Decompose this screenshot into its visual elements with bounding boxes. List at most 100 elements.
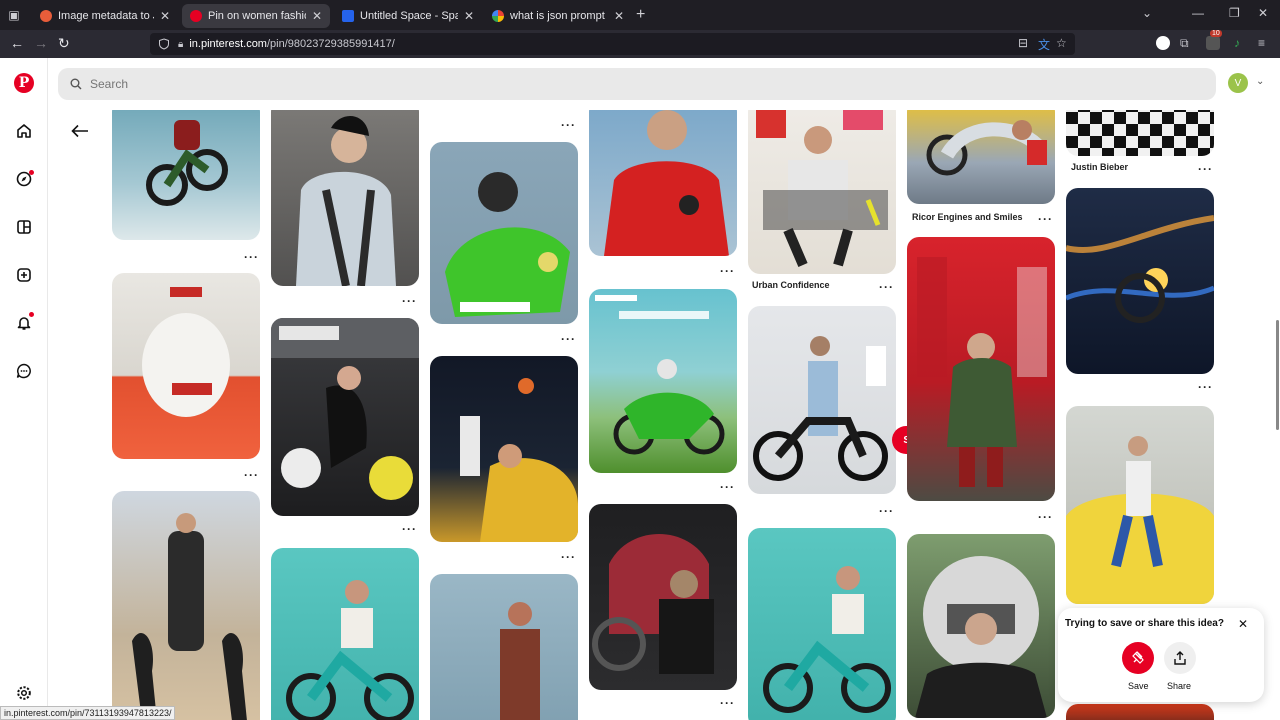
extension-icon[interactable]	[1156, 36, 1170, 50]
tab-list-icon[interactable]: ▣	[0, 0, 28, 30]
pin-more-icon[interactable]: ···	[879, 280, 894, 294]
back-arrow-icon[interactable]: ←	[10, 35, 24, 51]
tab-overflow-chevron-icon[interactable]: ⌄	[1142, 6, 1152, 20]
minimize-icon[interactable]: —	[1192, 6, 1204, 20]
explore-notification-dot	[29, 170, 34, 175]
pin-more-icon[interactable]: ···	[402, 294, 417, 308]
browser-tab-4[interactable]: what is json prompt - Google S ✕	[484, 4, 632, 28]
translate-icon[interactable]: 文	[1038, 36, 1050, 53]
pin-more-icon[interactable]: ···	[720, 696, 735, 710]
pin-image[interactable]	[748, 110, 896, 274]
pin-more-icon[interactable]: ···	[561, 118, 576, 132]
pin-image[interactable]	[430, 142, 578, 324]
close-window-icon[interactable]: ✕	[1258, 6, 1268, 20]
pin-more-icon[interactable]: ···	[879, 504, 894, 518]
tab-close-icon[interactable]: ✕	[312, 9, 322, 23]
account-chevron-down-icon[interactable]: ⌄	[1256, 76, 1264, 87]
save-page-icon[interactable]: ⊟	[1018, 36, 1028, 50]
pin-title[interactable]: Urban Confidence	[752, 280, 830, 290]
browser-tab-3[interactable]: Untitled Space - Spaces | Freep ✕	[334, 4, 482, 28]
messages-icon[interactable]	[14, 361, 34, 381]
tab-favicon-icon	[190, 10, 202, 22]
tab-favicon-icon	[342, 10, 354, 22]
pin-image[interactable]	[748, 528, 896, 720]
pin-more-icon[interactable]: ···	[244, 250, 259, 264]
pinterest-logo-icon[interactable]: P	[14, 73, 34, 93]
tab-close-icon[interactable]: ✕	[160, 9, 170, 23]
popup-close-icon[interactable]: ✕	[1238, 617, 1248, 631]
pin-more-icon[interactable]: ···	[720, 480, 735, 494]
tracking-shield-icon[interactable]	[158, 38, 170, 50]
pin-more-icon[interactable]: ···	[720, 264, 735, 278]
pin-more-icon[interactable]: ···	[1198, 162, 1213, 176]
pin-more-icon[interactable]: ···	[561, 332, 576, 346]
pin-icon	[1132, 651, 1144, 664]
pin-image[interactable]	[112, 110, 260, 240]
pin-title[interactable]: Ricor Engines and Smiles	[912, 212, 1023, 222]
browser-menu-icon[interactable]: ≡	[1258, 36, 1265, 50]
pin-image[interactable]	[271, 110, 419, 286]
pin-image[interactable]	[1066, 110, 1214, 156]
boards-icon[interactable]	[14, 217, 34, 237]
popup-title: Trying to save or share this idea?	[1065, 618, 1224, 629]
pin-image[interactable]	[748, 306, 896, 494]
pin-image[interactable]	[1066, 188, 1214, 374]
avatar[interactable]: V	[1228, 73, 1248, 93]
bookmark-star-icon[interactable]: ☆	[1056, 36, 1067, 50]
extension-badge-icon[interactable]: 10	[1206, 30, 1222, 50]
pin-title[interactable]: Justin Bieber	[1071, 162, 1128, 172]
pin-image[interactable]	[907, 237, 1055, 501]
notifications-bell-icon[interactable]	[14, 312, 34, 333]
browser-nav-bar: ← → ↻ 🔒︎ in.pinterest.com/pin/9802372938…	[0, 30, 1280, 58]
explore-icon[interactable]	[14, 169, 34, 189]
pin-more-icon[interactable]: ···	[1038, 212, 1053, 226]
tab-title: Pin on women fashion	[208, 10, 306, 22]
tab-title: Untitled Space - Spaces | Freep	[360, 10, 458, 22]
address-bar[interactable]: 🔒︎ in.pinterest.com/pin/9802372938599141…	[150, 33, 1075, 55]
pin-image[interactable]	[430, 574, 578, 720]
pin-image[interactable]	[589, 110, 737, 256]
save-share-popup: Trying to save or share this idea? ✕ Sav…	[1058, 608, 1264, 702]
pinterest-header: Search V ⌄	[48, 58, 1280, 110]
pin-image[interactable]	[907, 110, 1055, 204]
pin-image[interactable]	[1066, 406, 1214, 604]
pin-more-icon[interactable]: ···	[1038, 510, 1053, 524]
tab-close-icon[interactable]: ✕	[464, 9, 474, 23]
reload-icon[interactable]: ↻	[58, 35, 70, 52]
popup-save-button[interactable]	[1122, 642, 1154, 674]
new-tab-button[interactable]: +	[636, 6, 645, 24]
pin-image[interactable]	[589, 504, 737, 690]
back-arrow-icon[interactable]	[68, 120, 92, 142]
lock-icon[interactable]: 🔒︎	[178, 39, 183, 50]
extensions-puzzle-icon[interactable]: ⧉	[1180, 36, 1189, 51]
extension-leaf-icon[interactable]: ♪	[1234, 36, 1240, 50]
page-scrollbar[interactable]	[1276, 320, 1279, 430]
forward-arrow-icon[interactable]: →	[34, 35, 48, 51]
pin-image[interactable]	[112, 491, 260, 720]
search-input[interactable]: Search	[58, 68, 1216, 100]
home-icon[interactable]	[14, 121, 34, 141]
pin-more-icon[interactable]: ···	[402, 522, 417, 536]
pin-image[interactable]	[430, 356, 578, 542]
pin-image[interactable]	[271, 548, 419, 720]
popup-share-label: Share	[1167, 681, 1192, 691]
pin-image[interactable]	[112, 273, 260, 459]
pin-more-icon[interactable]: ···	[1198, 380, 1213, 394]
pinterest-sidebar: P	[0, 58, 48, 720]
browser-tab-bar: ▣ Image metadata to JSON conve ✕ Pin on …	[0, 0, 1280, 30]
settings-gear-icon[interactable]	[14, 683, 34, 703]
popup-share-button[interactable]	[1164, 642, 1196, 674]
maximize-icon[interactable]: ❐	[1229, 6, 1240, 20]
browser-tab-2[interactable]: Pin on women fashion ✕	[182, 4, 330, 28]
pin-image[interactable]	[589, 289, 737, 473]
share-icon	[1174, 651, 1186, 665]
pin-image[interactable]	[271, 318, 419, 516]
pin-image[interactable]	[1066, 704, 1214, 720]
browser-tab-1[interactable]: Image metadata to JSON conve ✕	[32, 4, 178, 28]
create-icon[interactable]	[14, 265, 34, 285]
pin-image[interactable]	[907, 534, 1055, 718]
pin-more-icon[interactable]: ···	[244, 468, 259, 482]
tab-close-icon[interactable]: ✕	[614, 9, 624, 23]
pin-more-icon[interactable]: ···	[561, 550, 576, 564]
url-host: in.pinterest.com	[189, 38, 267, 50]
